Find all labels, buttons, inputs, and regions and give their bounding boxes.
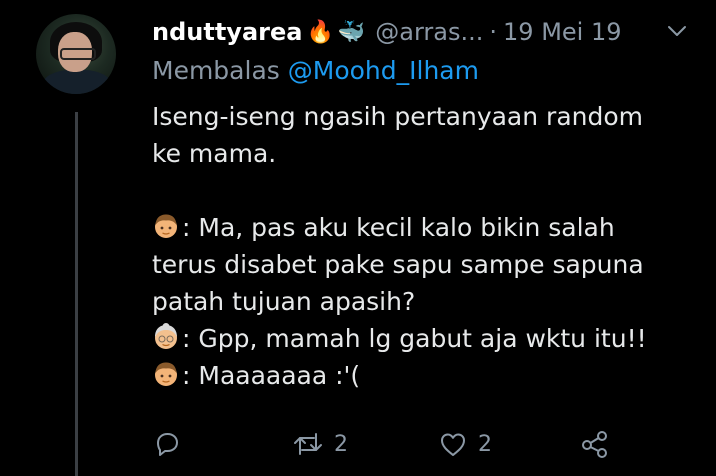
tweet-actions: 2 2 [152, 424, 622, 464]
heart-icon [441, 433, 465, 456]
tweet-line-text: : Maaaaaaa :'( [182, 361, 361, 390]
retweet-count: 2 [334, 431, 348, 457]
like-count: 2 [478, 431, 492, 457]
avatar-shirt [42, 70, 112, 94]
reply-icon [157, 433, 178, 456]
reply-button[interactable] [152, 424, 192, 464]
user-handle[interactable]: @arras... [375, 18, 483, 46]
tweet-line-text: patah tujuan apasih? [152, 287, 416, 316]
tweet-line: : Ma, pas aku kecil kalo bikin salah [152, 209, 704, 246]
tweet-line [152, 172, 704, 209]
whale-emoji: 🐳 [337, 19, 366, 45]
tweet-line: Iseng-iseng ngasih pertanyaan random [152, 98, 704, 135]
replying-to-label: Membalas [152, 56, 280, 85]
fire-emoji: 🔥 [306, 19, 334, 45]
tweet-line: : Maaaaaaa :'( [152, 357, 704, 394]
avatar[interactable] [36, 14, 116, 94]
retweet-button[interactable]: 2 [292, 424, 348, 464]
boy-face-emoji [152, 361, 182, 390]
tweet-line-text: ke mama. [152, 139, 277, 168]
share-button[interactable] [580, 424, 620, 464]
share-icon [582, 431, 607, 458]
tweet-date[interactable]: 19 Mei 19 [503, 18, 621, 46]
tweet-line-text: Iseng-iseng ngasih pertanyaan random [152, 102, 644, 131]
retweet-icon [294, 433, 322, 455]
mention-link[interactable]: @Moohd_Ilham [288, 56, 479, 85]
display-name[interactable]: nduttyarea [152, 18, 302, 46]
avatar-glasses [60, 48, 96, 60]
thread-line [75, 112, 78, 476]
tweet-line: ke mama. [152, 135, 704, 172]
tweet-line-text: : Gpp, mamah lg gabut aja wktu itu!! [182, 324, 647, 353]
chevron-down-icon[interactable] [666, 20, 688, 42]
tweet-header: nduttyarea 🔥 🐳 @arras... · 19 Mei 19 [152, 14, 702, 50]
separator-dot: · [489, 18, 498, 46]
replying-to: Membalas @Moohd_Ilham [152, 56, 479, 85]
tweet-body: Iseng-iseng ngasih pertanyaan random ke m… [152, 98, 704, 394]
older-woman-face-emoji [152, 323, 182, 353]
tweet-line: terus disabet pake sapu sampe sapuna [152, 246, 704, 283]
tweet-line: patah tujuan apasih? [152, 283, 704, 320]
tweet-line-text: : Ma, pas aku kecil kalo bikin salah [182, 213, 615, 242]
tweet-line-text: terus disabet pake sapu sampe sapuna [152, 250, 644, 279]
tweet-line: : Gpp, mamah lg gabut aja wktu itu!! [152, 320, 704, 357]
boy-face-emoji [152, 213, 182, 242]
like-button[interactable]: 2 [438, 424, 492, 464]
